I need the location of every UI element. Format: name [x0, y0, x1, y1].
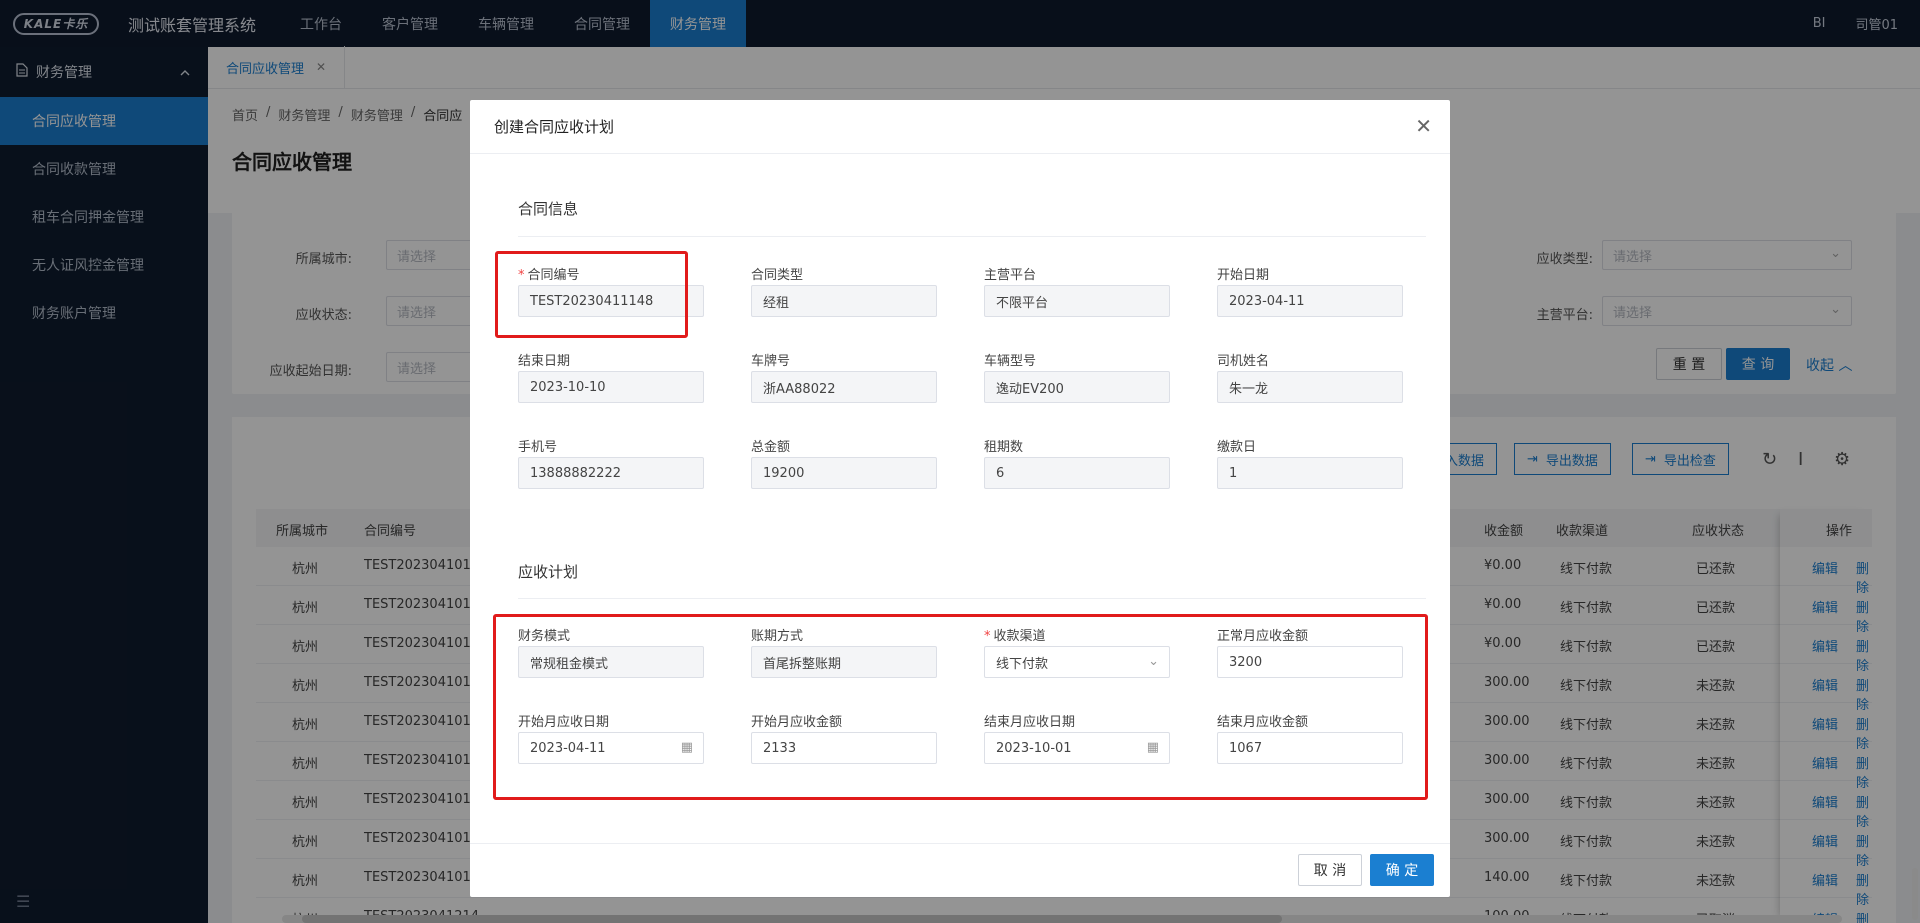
receivable-plan-title: 应收计划: [518, 563, 579, 581]
field-label-text: 主营平台: [984, 268, 1037, 283]
highlight-receivable-plan: [493, 614, 1428, 800]
field-label-text: 车辆型号: [984, 354, 1037, 369]
section-divider: [518, 598, 1426, 599]
confirm-button[interactable]: 确 定: [1370, 854, 1434, 886]
cancel-button[interactable]: 取 消: [1298, 854, 1362, 886]
field-value: 逸动EV200: [996, 381, 1064, 397]
field-label-text: 总金额: [751, 440, 791, 455]
field-label-text: 缴款日: [1217, 440, 1257, 455]
field-value: 经租: [763, 295, 790, 311]
contract-field-input: 19200: [751, 457, 937, 489]
section-divider: [518, 236, 1426, 237]
field-value: 1: [1229, 465, 1238, 481]
contract-field-label: 车辆型号: [984, 350, 1036, 369]
contract-field-input: 经租: [751, 285, 937, 317]
contract-field-input: 1: [1217, 457, 1403, 489]
field-label-text: 租期数: [984, 440, 1024, 455]
contract-field-label: 总金额: [751, 436, 790, 455]
vertical-scrollbar[interactable]: [1912, 868, 1918, 920]
close-icon[interactable]: ✕: [1415, 114, 1432, 138]
field-value: 浙AA88022: [763, 381, 836, 397]
contract-info-title: 合同信息: [518, 200, 579, 218]
field-label-text: 车牌号: [751, 354, 791, 369]
contract-field-label: 司机姓名: [1217, 350, 1269, 369]
contract-field-input: 13888882222: [518, 457, 704, 489]
create-receivable-plan-dialog: 创建合同应收计划 ✕ 合同信息 * 合同编号 TEST20230411148 合同类型…: [470, 100, 1450, 897]
field-label-text: 手机号: [518, 440, 558, 455]
contract-field-label: 手机号: [518, 436, 557, 455]
contract-field-input: 不限平台: [984, 285, 1170, 317]
field-label-text: 司机姓名: [1217, 354, 1270, 369]
contract-field-input: 朱一龙: [1217, 371, 1403, 403]
contract-field-label: 主营平台: [984, 264, 1036, 283]
field-value: 朱一龙: [1229, 381, 1269, 397]
field-label-text: 结束日期: [518, 354, 571, 369]
dialog-title: 创建合同应收计划: [470, 100, 1450, 154]
contract-field-label: 结束日期: [518, 350, 570, 369]
field-value: 2023-10-10: [530, 379, 606, 395]
contract-field-input: 2023-10-10: [518, 371, 704, 403]
contract-field-input: 2023-04-11: [1217, 285, 1403, 317]
field-label-text: 合同类型: [751, 268, 804, 283]
field-value: 19200: [763, 465, 805, 481]
contract-field-label: 租期数: [984, 436, 1023, 455]
field-label-text: 开始日期: [1217, 268, 1270, 283]
field-value: 2023-04-11: [1229, 293, 1305, 309]
contract-field-input: 逸动EV200: [984, 371, 1170, 403]
highlight-contract-no: [495, 251, 688, 338]
field-value: 不限平台: [996, 295, 1049, 311]
contract-field-label: 车牌号: [751, 350, 790, 369]
field-value: 13888882222: [530, 465, 621, 481]
contract-field-label: 开始日期: [1217, 264, 1269, 283]
contract-field-label: 缴款日: [1217, 436, 1256, 455]
field-value: 6: [996, 465, 1005, 481]
contract-field-label: 合同类型: [751, 264, 803, 283]
contract-field-input: 浙AA88022: [751, 371, 937, 403]
dialog-footer: 取 消 确 定: [470, 843, 1450, 897]
contract-field-input: 6: [984, 457, 1170, 489]
